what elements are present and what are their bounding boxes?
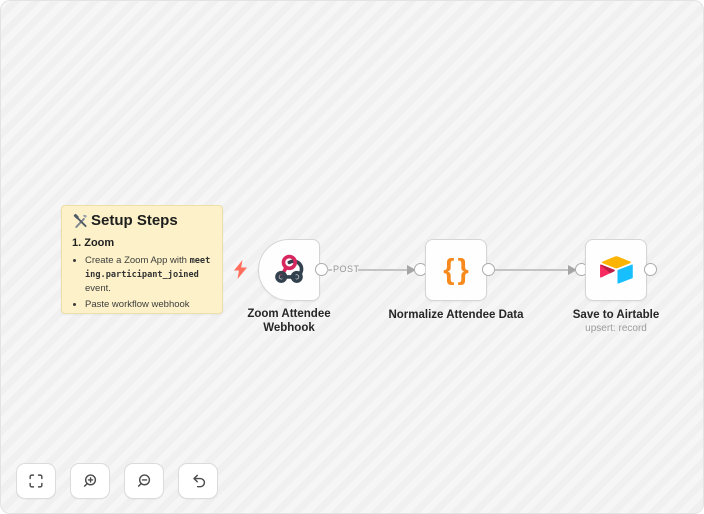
wire-1-label: POST bbox=[333, 264, 360, 274]
wire-2 bbox=[495, 269, 569, 271]
zoom-in-button[interactable] bbox=[70, 463, 110, 499]
sticky-note-bullets: Create a Zoom App with meeting.participa… bbox=[72, 254, 212, 311]
zoom-out-button[interactable] bbox=[124, 463, 164, 499]
fit-view-icon bbox=[29, 474, 43, 488]
undo-icon bbox=[193, 474, 206, 488]
trigger-bolt-icon bbox=[234, 260, 247, 279]
sticky-note[interactable]: Setup Steps 1. Zoom Create a Zoom App wi… bbox=[61, 205, 223, 314]
code-braces-icon: {} bbox=[443, 253, 472, 286]
zoom-out-icon bbox=[137, 474, 151, 487]
airtable-icon bbox=[599, 256, 633, 284]
wire-1 bbox=[358, 269, 408, 271]
undo-button[interactable] bbox=[178, 463, 218, 499]
node-subtitle-airtable: upsert: record bbox=[585, 323, 647, 334]
output-port-normalize[interactable] bbox=[482, 263, 495, 276]
output-port-airtable[interactable] bbox=[644, 263, 657, 276]
node-label-save-to-airtable: Save to Airtable bbox=[572, 309, 660, 321]
sticky-note-heading: 1. Zoom bbox=[72, 237, 115, 249]
webhook-icon bbox=[275, 254, 304, 283]
workflow-canvas[interactable]: Setup Steps 1. Zoom Create a Zoom App wi… bbox=[0, 0, 704, 514]
node-label-zoom-attendee-webhook: Zoom Attendee Webhook bbox=[247, 308, 331, 335]
zoom-in-icon bbox=[83, 474, 97, 487]
node-zoom-attendee-webhook[interactable] bbox=[258, 239, 320, 301]
node-normalize-attendee-data[interactable]: {} bbox=[425, 239, 487, 301]
note-bullet-2: Paste workflow webhook bbox=[85, 298, 212, 311]
sticky-note-title: Setup Steps bbox=[72, 213, 212, 230]
fit-view-button[interactable] bbox=[16, 463, 56, 499]
note-bullet-1: Create a Zoom App with meeting.participa… bbox=[85, 254, 212, 295]
sticky-note-title-text: Setup Steps bbox=[91, 212, 178, 230]
wire-1-stub bbox=[327, 269, 332, 271]
node-save-to-airtable[interactable] bbox=[585, 239, 647, 301]
node-label-normalize-attendee-data: Normalize Attendee Data bbox=[388, 309, 524, 321]
hammer-wrench-icon bbox=[73, 213, 88, 228]
